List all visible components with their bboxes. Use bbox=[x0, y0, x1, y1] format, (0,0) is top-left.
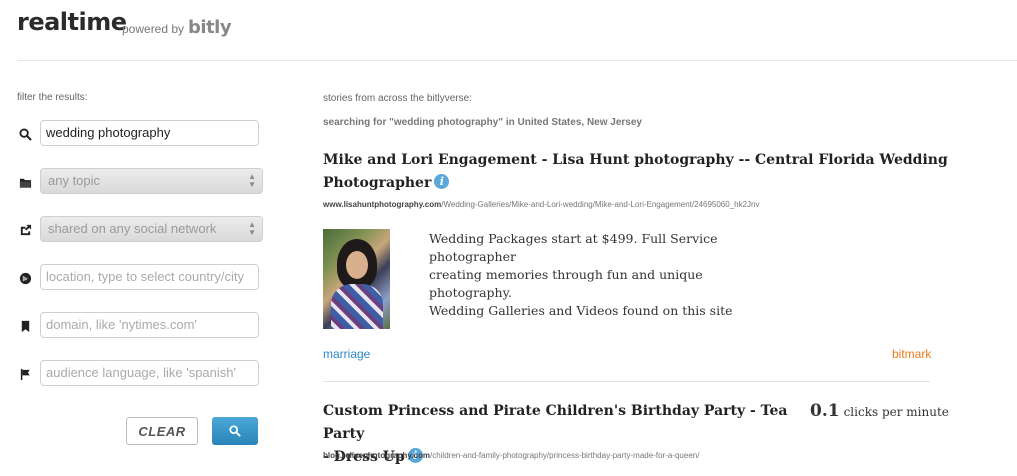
story-divider bbox=[323, 381, 930, 382]
story-url-path[interactable]: /Wedding-Galleries/Mike-and-Lori-wedding… bbox=[441, 200, 759, 209]
story-description: Wedding Packages start at $499. Full Ser… bbox=[429, 230, 789, 320]
story-url-path[interactable]: /children-and-family-photography/princes… bbox=[430, 451, 699, 460]
search-filter-row: wedding photography bbox=[17, 120, 262, 148]
clicks-value: 0.1 bbox=[810, 401, 840, 421]
clicks-label: clicks per minute bbox=[843, 405, 949, 419]
location-input[interactable]: location, type to select country/city bbox=[40, 264, 259, 290]
network-select-value: shared on any social network bbox=[48, 221, 217, 236]
bookmark-icon bbox=[17, 318, 33, 334]
filter-label: filter the results: bbox=[17, 92, 88, 103]
topic-select-value: any topic bbox=[48, 173, 101, 188]
story-description-line: Wedding Packages start at $499. Full Ser… bbox=[429, 231, 718, 264]
topic-select[interactable]: any topic ▲ ▼ bbox=[40, 168, 263, 194]
search-button[interactable] bbox=[212, 417, 258, 445]
folder-icon bbox=[17, 174, 33, 190]
network-filter-row: shared on any social network ▲ ▼ bbox=[17, 216, 263, 244]
domain-filter-row: domain, like 'nytimes.com' bbox=[17, 312, 262, 340]
story-thumbnail[interactable] bbox=[323, 229, 390, 329]
globe-icon bbox=[17, 270, 33, 286]
stories-heading: stories from across the bitlyverse: bbox=[323, 93, 472, 104]
powered-by-label: powered by bbox=[122, 22, 185, 36]
language-input[interactable]: audience language, like 'spanish' bbox=[40, 360, 259, 386]
app-title[interactable]: realtime bbox=[17, 8, 127, 36]
story-description-line: creating memories through fun and unique… bbox=[429, 267, 703, 300]
story-url-domain[interactable]: blog.relivephotography.com bbox=[323, 451, 430, 460]
flag-icon bbox=[17, 366, 33, 382]
domain-input[interactable]: domain, like 'nytimes.com' bbox=[40, 312, 259, 338]
thumbnail-face bbox=[346, 251, 368, 279]
clicks-per-minute: 0.1 clicks per minute bbox=[810, 401, 949, 421]
search-icon bbox=[229, 425, 241, 437]
share-icon bbox=[17, 222, 33, 238]
search-input[interactable]: wedding photography bbox=[40, 120, 259, 146]
bitmark-link[interactable]: bitmark bbox=[892, 347, 931, 361]
network-select[interactable]: shared on any social network ▲ ▼ bbox=[40, 216, 263, 242]
story-tag-link[interactable]: marriage bbox=[323, 347, 370, 361]
story-title[interactable]: Mike and Lori Engagement - Lisa Hunt pho… bbox=[323, 149, 948, 195]
select-arrows-icon: ▲ ▼ bbox=[248, 172, 256, 189]
bitly-logo[interactable]: bitly bbox=[188, 17, 232, 38]
select-arrows-icon: ▲ ▼ bbox=[248, 220, 256, 237]
location-filter-row: location, type to select country/city bbox=[17, 264, 262, 292]
story-description-line: Wedding Galleries and Videos found on th… bbox=[429, 303, 733, 318]
story-url[interactable]: blog.relivephotography.com/children-and-… bbox=[323, 451, 699, 460]
story-url[interactable]: www.lisahuntphotography.com/Wedding-Gall… bbox=[323, 200, 759, 209]
search-icon bbox=[17, 126, 33, 142]
topic-filter-row: any topic ▲ ▼ bbox=[17, 168, 263, 196]
clear-button[interactable]: CLEAR bbox=[126, 417, 198, 445]
header-divider bbox=[17, 60, 1017, 61]
story-title-line[interactable]: Mike and Lori Engagement - Lisa Hunt pho… bbox=[323, 149, 948, 172]
story-title-line[interactable]: Custom Princess and Pirate Children's Bi… bbox=[323, 400, 793, 446]
search-summary: searching for "wedding photography" in U… bbox=[323, 117, 642, 128]
thumbnail-shirt bbox=[331, 284, 383, 329]
info-icon[interactable]: i bbox=[434, 174, 450, 189]
story-title-line[interactable]: Photographer bbox=[323, 175, 431, 191]
story-url-domain[interactable]: www.lisahuntphotography.com bbox=[323, 200, 441, 209]
language-filter-row: audience language, like 'spanish' bbox=[17, 360, 262, 388]
